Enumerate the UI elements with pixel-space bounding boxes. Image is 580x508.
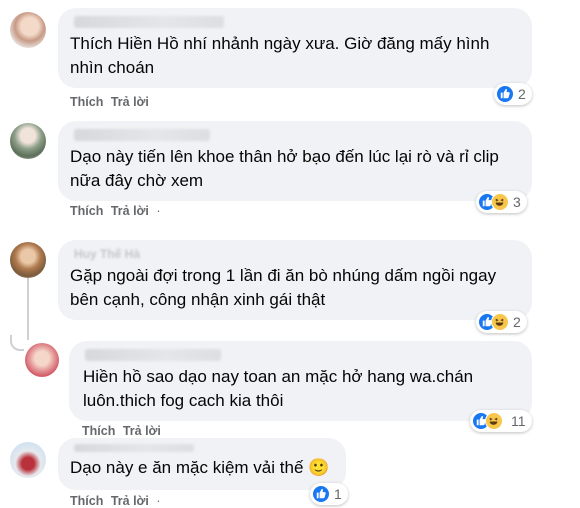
thread-line: [27, 278, 29, 340]
avatar[interactable]: [25, 343, 59, 377]
reply-button[interactable]: Trả lời: [111, 204, 149, 218]
haha-icon: [491, 313, 509, 331]
separator: ·: [156, 204, 161, 218]
comment-text: Thích Hiền Hồ nhí nhảnh ngày xưa. Giờ đă…: [70, 34, 490, 77]
reaction-summary[interactable]: 1: [310, 483, 348, 505]
reaction-summary[interactable]: 11: [470, 410, 532, 432]
avatar[interactable]: [10, 12, 46, 48]
reaction-count: 1: [334, 486, 342, 502]
reaction-summary[interactable]: 3: [476, 191, 527, 213]
reply-button[interactable]: Trả lời: [123, 424, 161, 438]
like-icon: [496, 85, 514, 103]
comment-text: Gặp ngoài đợi trong 1 lần đi ăn bò nhúng…: [70, 266, 497, 309]
comment-bubble: Thích Hiền Hồ nhí nhảnh ngày xưa. Giờ đă…: [58, 8, 532, 88]
reply-button[interactable]: Trả lời: [111, 95, 149, 109]
reaction-summary[interactable]: 2: [494, 83, 532, 105]
like-button[interactable]: Thích: [70, 204, 103, 218]
like-button[interactable]: Thích: [82, 424, 115, 438]
reaction-count: 2: [518, 86, 526, 102]
reaction-count: 3: [513, 194, 521, 210]
reaction-count: 2: [513, 314, 521, 330]
comment-actions: Thích Trả lời ·: [70, 204, 165, 218]
reply-button[interactable]: Trả lời: [111, 494, 149, 508]
comment-actions: Thích Trả lời: [70, 95, 153, 109]
commenter-name[interactable]: [74, 129, 210, 141]
comment-bubble: Dạo này e ăn mặc kiệm vải thế 🙂: [58, 438, 346, 490]
commenter-name[interactable]: [85, 349, 221, 361]
avatar[interactable]: [10, 123, 46, 159]
commenter-name[interactable]: [74, 444, 194, 452]
like-button[interactable]: Thích: [70, 95, 103, 109]
avatar[interactable]: [10, 442, 46, 478]
like-icon: [312, 485, 330, 503]
separator: ·: [156, 494, 161, 508]
avatar[interactable]: [10, 242, 46, 278]
comment-bubble: Dạo này tiến lên khoe thân hở bạo đến lú…: [58, 121, 532, 201]
haha-icon: [491, 193, 509, 211]
comment-bubble: Hiền hồ sao dạo nay toan an mặc hở hang …: [69, 341, 532, 421]
commenter-name[interactable]: Huy Thế Hà: [74, 248, 520, 260]
comment-text: Dạo này e ăn mặc kiệm vải thế 🙂: [70, 458, 330, 477]
thread-connector: [10, 335, 24, 351]
comment-text: Dạo này tiến lên khoe thân hở bạo đến lú…: [70, 147, 499, 190]
comment-text: Hiền hồ sao dạo nay toan an mặc hở hang …: [83, 367, 474, 410]
reaction-count: 11: [511, 413, 526, 429]
comment-actions: Thích Trả lời: [82, 424, 165, 438]
haha-icon: [485, 412, 503, 430]
commenter-name[interactable]: [74, 16, 224, 28]
comment-actions: Thích Trả lời ·: [70, 494, 165, 508]
like-button[interactable]: Thích: [70, 494, 103, 508]
comment-bubble: Huy Thế Hà Gặp ngoài đợi trong 1 lần đi …: [58, 240, 532, 320]
reaction-summary[interactable]: 2: [476, 311, 527, 333]
